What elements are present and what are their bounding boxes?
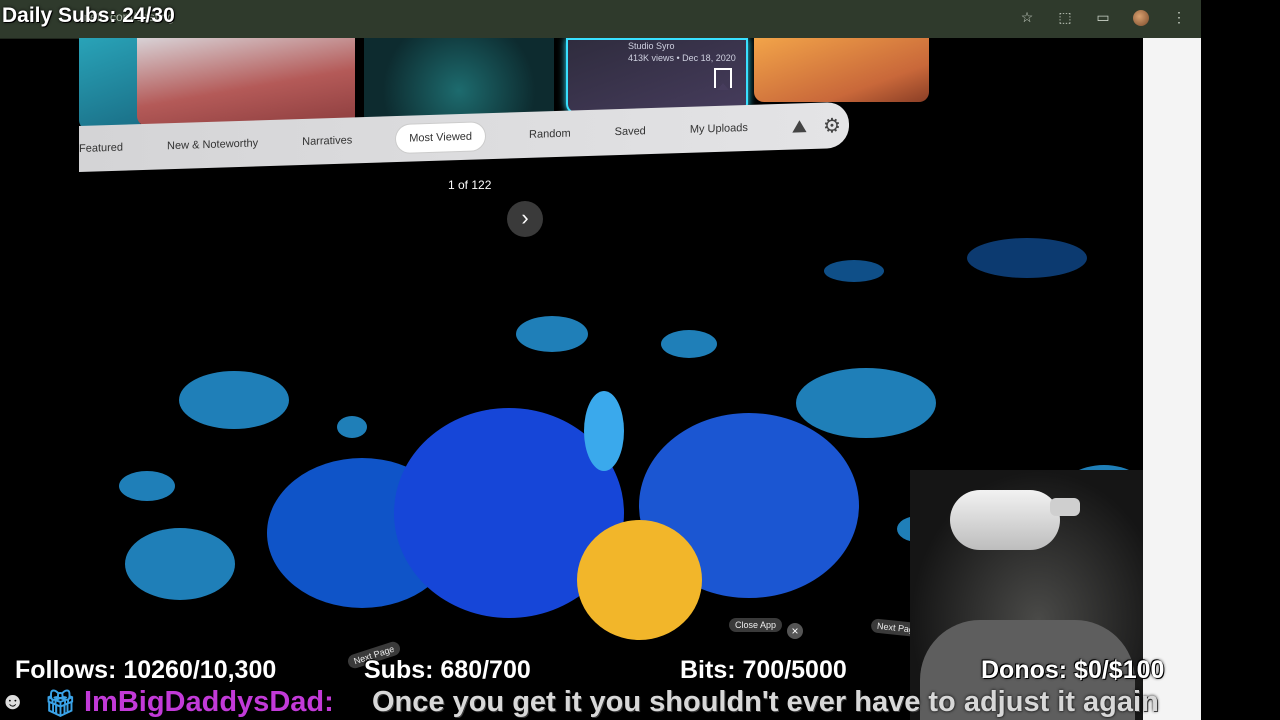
follows-counter: Follows: 10260/10,300: [15, 656, 277, 684]
menu-icon[interactable]: ⋮: [1171, 9, 1187, 26]
gear-icon[interactable]: ⚙: [823, 113, 841, 139]
thumbnail-stats: 413K views • Dec 18, 2020: [628, 53, 736, 63]
browser-side-panel: [1143, 38, 1201, 720]
video-thumbnail[interactable]: [79, 38, 141, 130]
scene-blob: [337, 416, 367, 438]
vr-headset: [950, 490, 1060, 550]
scene-blob: [119, 471, 175, 501]
scene-blob: [796, 368, 936, 438]
alien-icon: ☻: [0, 688, 26, 715]
chat-username: ImBigDaddysDad:: [84, 686, 334, 718]
gallery-icon[interactable]: ⛰: [792, 116, 807, 137]
star-icon[interactable]: ☆: [1019, 9, 1035, 26]
chat-text: Once you get it you shouldn't ever have …: [372, 686, 1159, 718]
tab-featured[interactable]: Featured: [79, 142, 123, 155]
tab-my-uploads[interactable]: My Uploads: [690, 122, 748, 136]
bookmark-icon[interactable]: [714, 68, 732, 90]
scene-blob: [516, 316, 588, 352]
thumbnail-author: Studio Syro: [628, 41, 675, 51]
page-counter: 1 of 122: [448, 178, 492, 192]
tab-narratives[interactable]: Narratives: [302, 134, 352, 148]
thumbnail-meta: Studio Syro 413K views • Dec 18, 2020: [628, 40, 736, 64]
next-page-button[interactable]: ›: [507, 201, 543, 237]
headset-strap: [1050, 498, 1080, 516]
tab-saved[interactable]: Saved: [615, 125, 646, 138]
extension-icon[interactable]: ⬚: [1057, 9, 1073, 26]
tab-new-noteworthy[interactable]: New & Noteworthy: [167, 137, 258, 152]
browser-toolbar: meta.com/casting ☆ ⬚ ▭ ⋮: [0, 0, 1201, 39]
browser-icons: ☆ ⬚ ▭ ⋮: [1019, 9, 1187, 26]
donos-counter: Donos: $0/$100: [981, 656, 1165, 684]
subs-counter: Subs: 680/700: [364, 656, 531, 684]
bits-counter: Bits: 700/5000: [680, 656, 847, 684]
tab-random[interactable]: Random: [529, 128, 571, 141]
close-icon[interactable]: ×: [787, 623, 803, 639]
scene-blob: [125, 528, 235, 600]
video-thumbnail[interactable]: [137, 38, 355, 126]
scene-blob: [661, 330, 717, 358]
tab-most-viewed[interactable]: Most Viewed: [396, 122, 486, 154]
video-thumbnail[interactable]: [754, 38, 929, 102]
video-thumbnail-selected[interactable]: Studio Syro 413K views • Dec 18, 2020: [566, 38, 748, 114]
avatar[interactable]: [1133, 9, 1149, 26]
scene-blob: [967, 238, 1087, 278]
tab-icon[interactable]: ▭: [1095, 9, 1111, 26]
close-app-label[interactable]: Close App: [729, 618, 783, 632]
scene-blob: [584, 391, 624, 471]
scene-blob: [179, 371, 289, 429]
gift-icon: 🎁︎: [44, 688, 78, 718]
scene-blob: [577, 520, 702, 640]
scene-blob: [824, 260, 884, 282]
daily-subs-counter: Daily Subs: 24/30: [2, 4, 175, 27]
chat-message: ☻ 🎁︎ ImBigDaddysDad: Once you get it you…: [0, 686, 1280, 720]
